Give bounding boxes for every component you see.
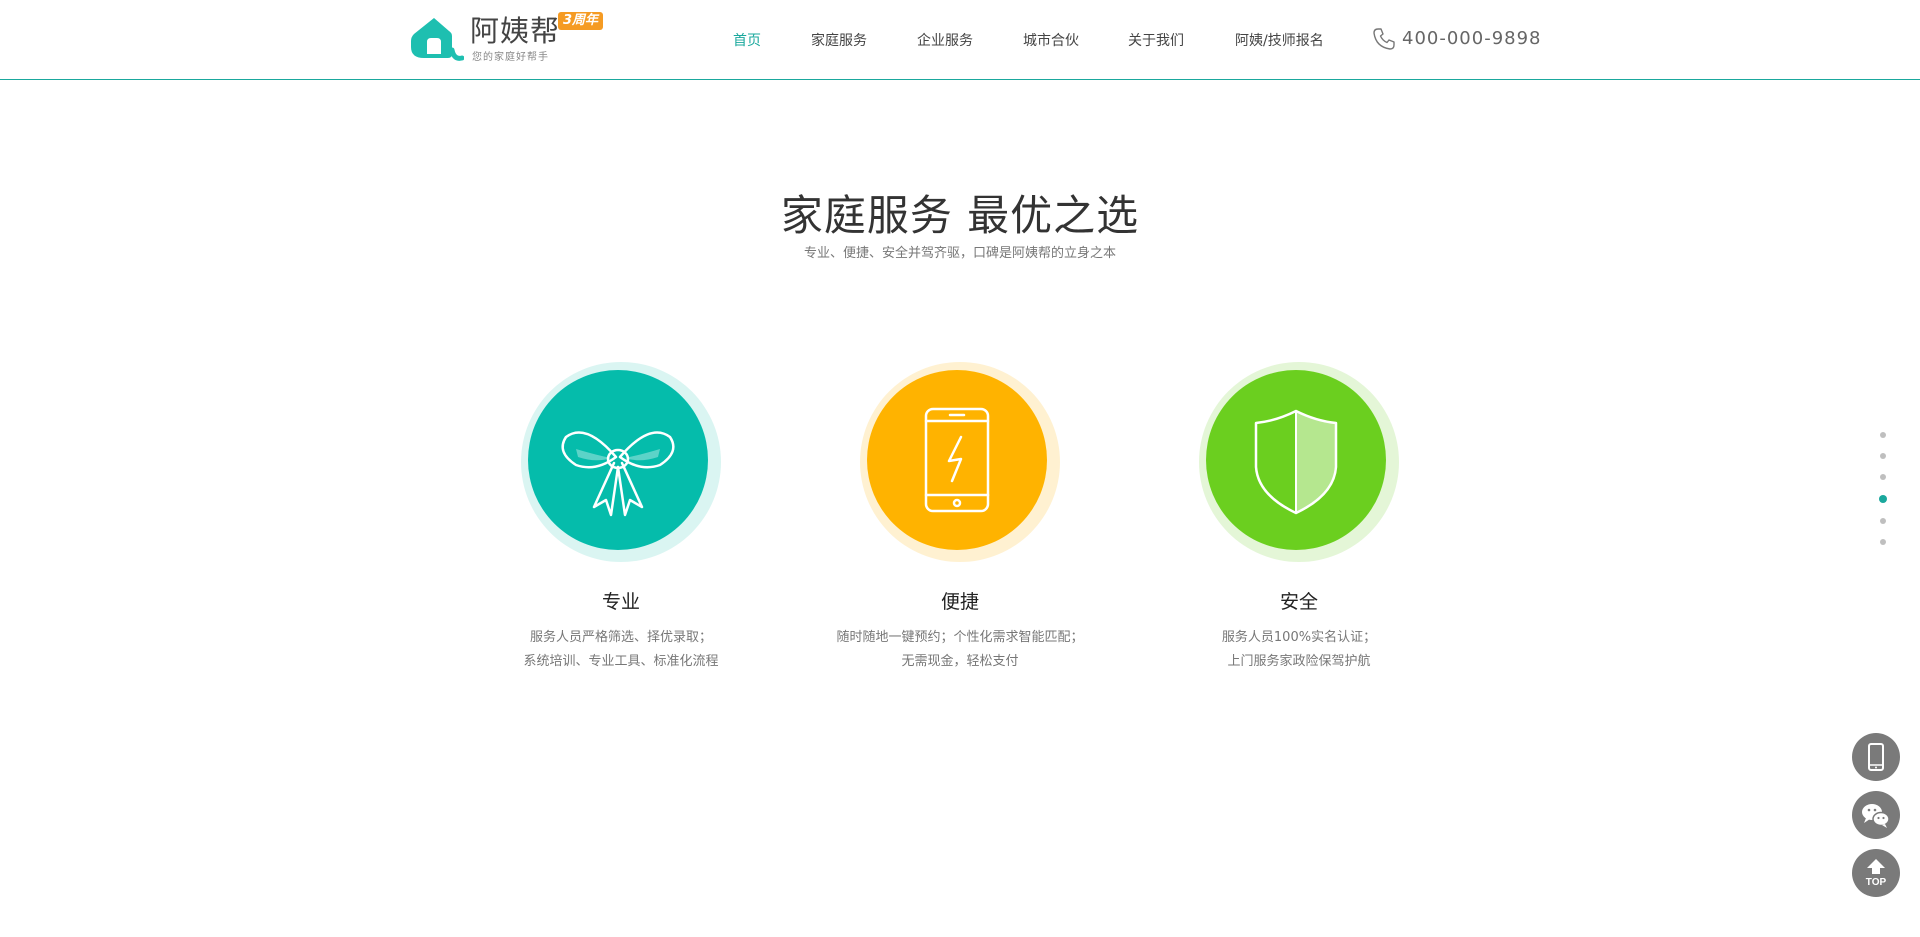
wechat-icon — [1862, 804, 1890, 828]
feature-description: 服务人员严格筛选、择优录取； 系统培训、专业工具、标准化流程 — [481, 626, 761, 674]
nav-item-signup[interactable]: 阿姨/技师报名 — [1235, 30, 1324, 50]
site-header: 阿姨帮 3周年 您的家庭好帮手 首页 家庭服务 企业服务 城市合伙 关于我们 阿… — [0, 0, 1920, 80]
feature-icon-circle — [855, 357, 1065, 567]
feature-desc-line: 上门服务家政险保驾护航 — [1227, 654, 1371, 669]
back-to-top-label: TOP — [1865, 877, 1887, 888]
wechat-button[interactable] — [1852, 791, 1900, 839]
feature-desc-line: 服务人员严格筛选、择优录取； — [529, 630, 712, 645]
feature-title: 专业 — [601, 591, 640, 613]
brand-logo[interactable]: 阿姨帮 3周年 您的家庭好帮手 — [408, 10, 608, 63]
feature-icon-circle — [516, 357, 726, 567]
feature-desc-line: 系统培训、专业工具、标准化流程 — [523, 654, 719, 669]
brand-tagline: 您的家庭好帮手 — [472, 52, 549, 63]
smartphone-lightning-icon — [860, 362, 1060, 562]
brand-name: 阿姨帮 — [470, 14, 561, 48]
shield-icon — [1199, 362, 1399, 562]
feature-desc-line: 服务人员100%实名认证； — [1221, 630, 1377, 645]
feature-title: 便捷 — [940, 591, 979, 613]
mobile-app-button[interactable] — [1852, 733, 1900, 781]
feature-title: 安全 — [1279, 591, 1318, 613]
section-dot-1[interactable] — [1880, 432, 1886, 438]
nav-item-home-services[interactable]: 家庭服务 — [811, 30, 867, 50]
section-subtitle: 专业、便捷、安全并驾齐驱，口碑是阿姨帮的立身之本 — [803, 246, 1116, 261]
phone-icon — [1373, 28, 1395, 50]
feature-convenient: 便捷 随时随地一键预约；个性化需求智能匹配； 无需现金，轻松支付 — [820, 357, 1100, 674]
section-title: 家庭服务 最优之选 — [780, 191, 1140, 240]
arrow-up-icon — [1867, 859, 1885, 874]
section-pagination — [1879, 432, 1887, 560]
bow-icon — [521, 362, 721, 562]
hotline-number[interactable]: 400-000-9898 — [1402, 28, 1542, 49]
nav-item-about-us[interactable]: 关于我们 — [1128, 30, 1184, 50]
nav-item-home[interactable]: 首页 — [733, 30, 761, 50]
feature-description: 随时随地一键预约；个性化需求智能匹配； 无需现金，轻松支付 — [820, 626, 1100, 674]
anniversary-badge: 3周年 — [558, 12, 604, 30]
section-dot-6[interactable] — [1880, 539, 1886, 545]
section-dot-3[interactable] — [1880, 474, 1886, 480]
feature-safe: 安全 服务人员100%实名认证； 上门服务家政险保驾护航 — [1159, 357, 1439, 674]
section-dot-5[interactable] — [1880, 518, 1886, 524]
back-to-top-button[interactable]: TOP — [1852, 849, 1900, 897]
feature-desc-line: 随时随地一键预约；个性化需求智能匹配； — [836, 630, 1084, 645]
mobile-icon — [1868, 743, 1884, 771]
feature-professional: 专业 服务人员严格筛选、择优录取； 系统培训、专业工具、标准化流程 — [481, 357, 761, 674]
nav-item-city-partner[interactable]: 城市合伙 — [1023, 30, 1079, 50]
feature-description: 服务人员100%实名认证； 上门服务家政险保驾护航 — [1159, 626, 1439, 674]
nav-item-enterprise-services[interactable]: 企业服务 — [917, 30, 973, 50]
house-logo-icon — [411, 18, 464, 61]
section-dot-4[interactable] — [1879, 495, 1887, 503]
feature-desc-line: 无需现金，轻松支付 — [901, 654, 1019, 669]
section-dot-2[interactable] — [1880, 453, 1886, 459]
feature-icon-circle — [1194, 357, 1404, 567]
